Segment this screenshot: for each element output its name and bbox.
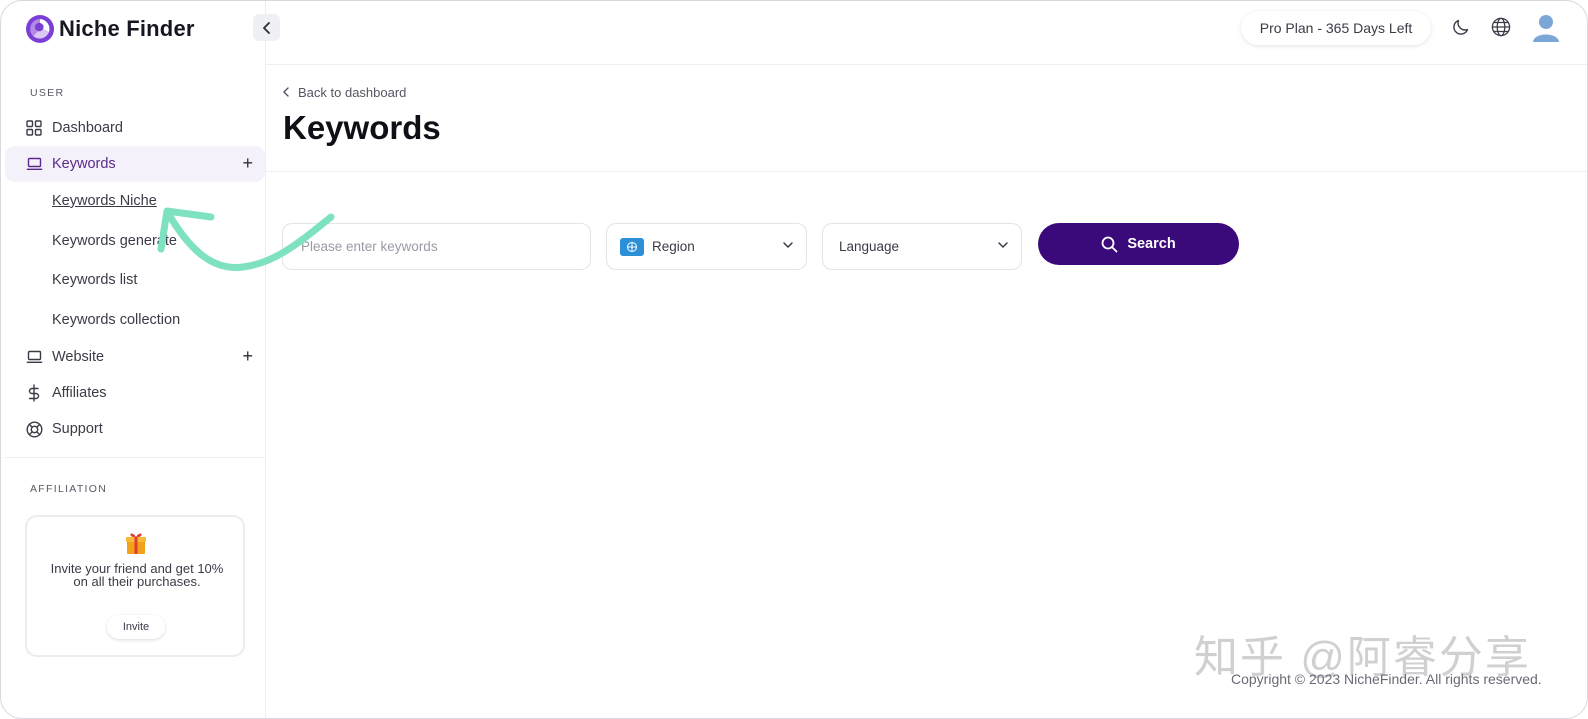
sidebar-item-label: Dashboard	[52, 120, 123, 136]
header-divider	[266, 171, 1587, 172]
grid-icon	[25, 119, 43, 137]
region-select[interactable]: Region	[606, 223, 807, 270]
section-label-affiliation: AFFILIATION	[30, 483, 108, 495]
user-avatar-icon[interactable]	[1532, 13, 1560, 43]
back-link-label: Back to dashboard	[298, 85, 407, 100]
un-flag-icon	[620, 237, 644, 256]
section-label-user: USER	[30, 87, 65, 99]
search-icon	[1101, 236, 1118, 252]
chevron-left-icon	[282, 86, 290, 100]
dollar-icon	[25, 384, 43, 402]
sidebar-item-website[interactable]: Website +	[5, 339, 265, 375]
sidebar-item-support[interactable]: Support	[5, 411, 265, 447]
invite-description: Invite your friend and get 10% on all th…	[50, 561, 224, 589]
moon-icon[interactable]	[1450, 16, 1472, 38]
expand-plus-icon[interactable]: +	[242, 347, 253, 365]
plan-badge[interactable]: Pro Plan - 365 Days Left	[1241, 11, 1431, 45]
sidebar-subitem-keywords-list[interactable]: Keywords list	[52, 272, 137, 288]
region-select-label: Region	[652, 239, 695, 254]
language-select-label: Language	[839, 239, 900, 254]
chevron-down-icon	[782, 239, 794, 254]
sidebar-item-dashboard[interactable]: Dashboard	[5, 110, 265, 146]
lifebuoy-icon	[25, 420, 43, 438]
sidebar-item-affiliates[interactable]: Affiliates	[5, 375, 265, 411]
keyword-field	[282, 223, 591, 270]
copyright-text: Copyright © 2023 NicheFinder. All rights…	[1231, 671, 1542, 687]
language-select[interactable]: Language	[822, 223, 1022, 270]
chevron-down-icon	[997, 239, 1009, 254]
gift-icon	[126, 533, 146, 554]
sidebar-item-label: Affiliates	[52, 385, 107, 401]
logo-icon	[26, 15, 54, 43]
logo[interactable]: Niche Finder	[25, 14, 195, 44]
sidebar-subitem-keywords-generate[interactable]: Keywords generate	[52, 233, 177, 249]
sidebar-item-label: Website	[52, 349, 105, 365]
search-button-label: Search	[1127, 236, 1176, 252]
invite-card: Invite your friend and get 10% on all th…	[25, 515, 245, 657]
sidebar: Niche Finder USER Dashboard Keywords + K…	[1, 1, 280, 718]
sidebar-subitem-keywords-collection[interactable]: Keywords collection	[52, 312, 180, 328]
keyword-search-input[interactable]	[283, 224, 590, 269]
sidebar-item-label: Keywords	[52, 156, 116, 172]
invite-button[interactable]: Invite	[107, 615, 165, 639]
app-name: Niche Finder	[59, 16, 195, 41]
search-button[interactable]: Search	[1038, 223, 1239, 265]
expand-plus-icon[interactable]: +	[242, 154, 253, 172]
app-window: Niche Finder USER Dashboard Keywords + K…	[0, 0, 1588, 719]
laptop-icon	[25, 348, 43, 366]
sidebar-divider	[5, 457, 265, 458]
globe-icon[interactable]	[1490, 16, 1512, 38]
sidebar-subitem-keywords-niche[interactable]: Keywords Niche	[52, 193, 157, 209]
laptop-icon	[25, 155, 43, 173]
back-to-dashboard-link[interactable]: Back to dashboard	[282, 85, 406, 100]
page-title: Keywords	[283, 109, 441, 146]
top-bar: Pro Plan - 365 Days Left	[266, 1, 1587, 65]
sidebar-item-keywords[interactable]: Keywords +	[5, 146, 265, 182]
sidebar-item-label: Support	[52, 421, 103, 437]
